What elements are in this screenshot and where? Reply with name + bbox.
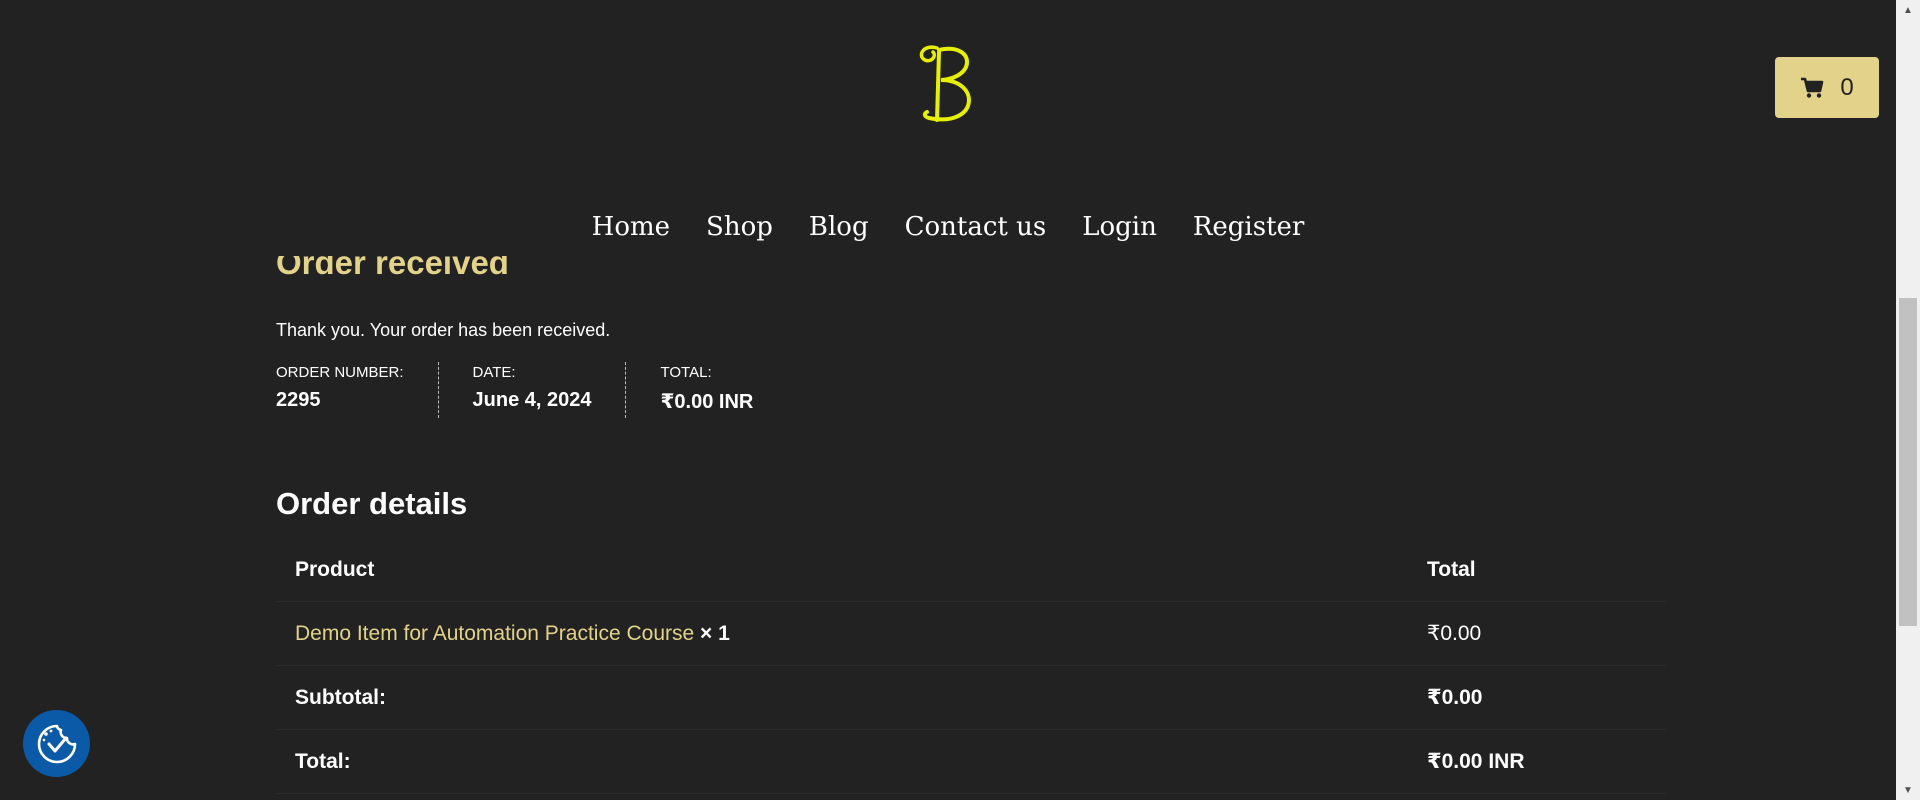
total-column-header: Total [1408, 538, 1666, 602]
vertical-scrollbar[interactable]: ▲ ▼ [1896, 0, 1920, 800]
scroll-down-arrow-icon[interactable]: ▼ [1896, 780, 1920, 800]
total-label: Total: [276, 729, 1408, 794]
order-date-label: DATE: [472, 364, 516, 381]
order-details-title: Order details [276, 486, 468, 521]
table-row: Demo Item for Automation Practice Course… [276, 601, 1666, 666]
order-total-label: TOTAL: [660, 364, 712, 381]
nav-item-blog[interactable]: Blog [809, 212, 869, 242]
nav-item-home[interactable]: Home [592, 212, 670, 242]
order-number-block: ORDER NUMBER: 2295 [276, 362, 439, 418]
cart-count: 0 [1840, 73, 1854, 101]
order-details-table: Product Total Demo Item for Automation P… [276, 538, 1666, 794]
nav-item-login[interactable]: Login [1082, 212, 1157, 242]
order-date-block: DATE: June 4, 2024 [473, 362, 627, 418]
order-number-label: ORDER NUMBER: [276, 364, 404, 381]
product-total: ₹0.00 [1408, 601, 1666, 666]
table-header-row: Product Total [276, 538, 1666, 602]
cart-button[interactable]: 0 [1775, 57, 1879, 118]
site-header: 0 Home Shop Blog Contact us Login Regist… [0, 0, 1896, 256]
subtotal-row: Subtotal: ₹0.00 [276, 665, 1666, 730]
total-value: ₹0.00 INR [1408, 729, 1666, 794]
nav-item-contact-us[interactable]: Contact us [905, 212, 1047, 242]
nav-item-register[interactable]: Register [1193, 212, 1305, 242]
logo-b-icon [919, 45, 971, 122]
product-quantity: × 1 [700, 621, 730, 645]
order-overview: ORDER NUMBER: 2295 DATE: June 4, 2024 TO… [276, 362, 821, 418]
page: Order received Thank you. Your order has… [0, 0, 1896, 800]
cart-icon [1801, 77, 1824, 98]
nav-item-shop[interactable]: Shop [706, 212, 773, 242]
scroll-up-arrow-icon[interactable]: ▲ [1896, 0, 1920, 20]
cookie-consent-icon [37, 724, 76, 763]
subtotal-label: Subtotal: [276, 665, 1408, 730]
product-cell: Demo Item for Automation Practice Course… [276, 601, 1408, 666]
total-row: Total: ₹0.00 INR [276, 729, 1666, 794]
order-total-value: ₹0.00 INR [660, 391, 754, 413]
order-number-value: 2295 [276, 389, 321, 411]
order-thankyou-message: Thank you. Your order has been received. [276, 320, 611, 340]
site-logo[interactable] [915, 38, 981, 128]
cookie-consent-button[interactable] [23, 710, 90, 777]
order-date-value: June 4, 2024 [472, 389, 592, 411]
scroll-thumb[interactable] [1899, 298, 1917, 626]
subtotal-value: ₹0.00 [1408, 665, 1666, 730]
main-nav: Home Shop Blog Contact us Login Register [0, 212, 1896, 242]
order-total-block: TOTAL: ₹0.00 INR [660, 362, 787, 418]
product-column-header: Product [276, 538, 1408, 602]
product-link[interactable]: Demo Item for Automation Practice Course [295, 622, 694, 645]
